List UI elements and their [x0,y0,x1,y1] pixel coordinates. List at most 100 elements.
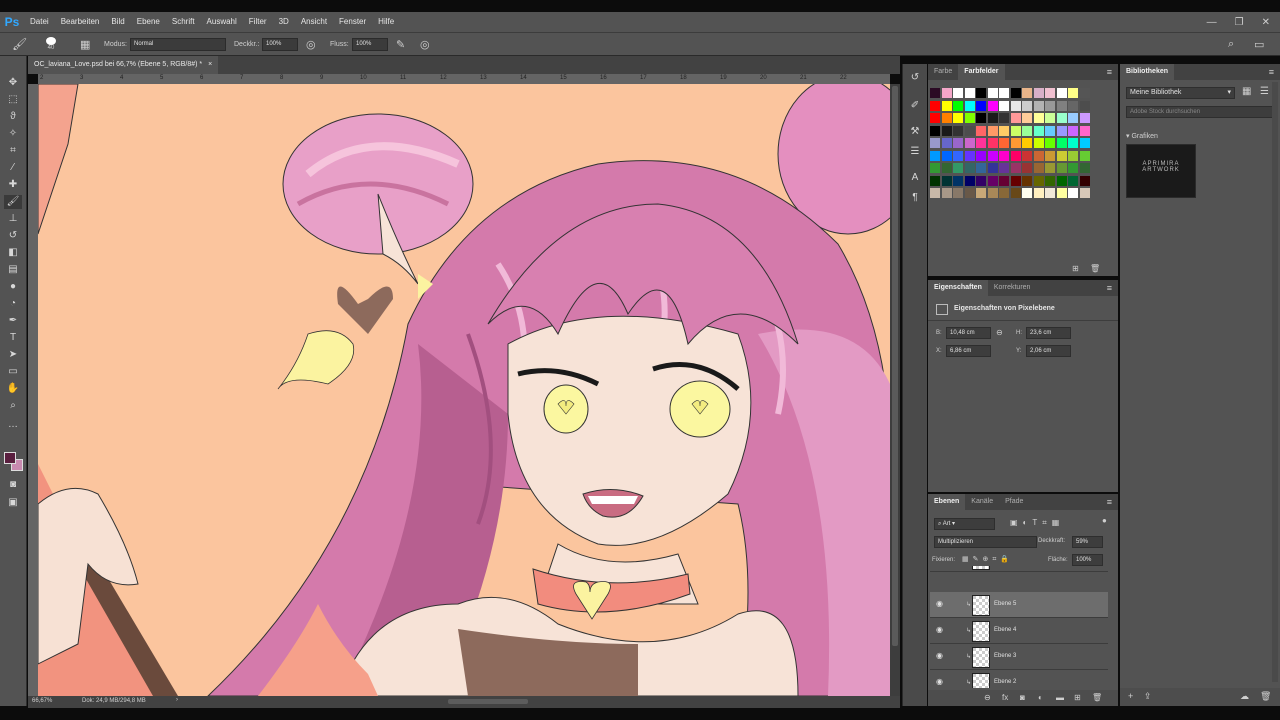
add-content-icon[interactable]: + [1128,691,1133,701]
h-input[interactable]: 23,6 cm [1026,327,1071,339]
color-swatch[interactable] [1022,100,1032,111]
color-swatch[interactable] [1010,175,1021,186]
color-swatch[interactable] [930,138,940,148]
color-swatch[interactable] [930,113,940,123]
color-swatch[interactable] [1056,150,1067,161]
color-swatch[interactable] [1056,138,1067,148]
link-icon[interactable]: ⊖ [996,328,1003,337]
color-swatch[interactable] [987,125,998,136]
dodge-tool-icon[interactable]: ◔ [4,297,22,311]
color-swatch[interactable] [941,150,952,161]
color-swatch[interactable] [1045,188,1055,198]
menu-hilfe[interactable]: Hilfe [372,12,400,32]
color-swatch[interactable] [1010,188,1021,198]
color-swatch[interactable] [999,175,1009,186]
color-swatch[interactable] [1056,113,1067,123]
zoom-level[interactable]: 66,67% [32,698,52,704]
color-swatch[interactable] [999,188,1009,198]
visibility-eye-icon[interactable]: ◉ [936,626,946,634]
fx-icon[interactable]: fx [1002,693,1008,702]
history-brush-tool-icon[interactable]: ↺ [4,229,22,243]
status-arrow-icon[interactable]: › [176,697,178,703]
lock-icons[interactable]: ▦✎⊕⌗🔒 [962,555,1013,564]
color-swatch[interactable] [1056,188,1067,198]
layer-name[interactable]: Ebene 2 [994,679,1016,685]
document-canvas[interactable] [38,84,890,696]
color-swatch[interactable] [1056,163,1067,173]
menu-auswahl[interactable]: Auswahl [201,12,243,32]
libraries-scrollbar[interactable] [1272,82,1278,682]
color-swatch[interactable] [987,150,998,161]
color-swatch[interactable] [976,138,986,148]
color-swatch[interactable] [1022,188,1032,198]
menu-bild[interactable]: Bild [105,12,130,32]
color-swatch[interactable] [930,188,940,198]
color-swatch[interactable] [1079,88,1090,98]
panel-menu-icon[interactable]: ≡ [1269,67,1274,77]
color-swatch[interactable] [1079,175,1090,186]
layer-thumbnail[interactable] [972,647,990,668]
color-swatch[interactable] [1068,150,1078,161]
color-swatch[interactable] [1010,125,1021,136]
tab-eigenschaften[interactable]: Eigenschaften [928,280,988,296]
link-layers-icon[interactable]: ⊖ [984,693,991,702]
visibility-eye-icon[interactable]: ◉ [936,652,946,660]
color-swatch[interactable] [1045,138,1055,148]
color-swatch[interactable] [1033,188,1044,198]
color-swatch[interactable] [941,88,952,98]
color-swatch[interactable] [1033,150,1044,161]
brush-presets-icon[interactable]: ✐ [907,100,923,114]
tab-pfade[interactable]: Pfade [999,494,1029,510]
color-swatch[interactable] [1022,113,1032,123]
filter-toggle-icon[interactable]: ● [1102,516,1107,525]
color-swatch[interactable] [987,163,998,173]
layer-name[interactable]: Ebene 3 [994,653,1016,659]
color-swatch[interactable] [1068,175,1078,186]
fluss-input[interactable]: 100% [352,37,388,51]
color-swatch[interactable] [953,88,963,98]
menu-ebene[interactable]: Ebene [131,12,166,32]
color-swatch[interactable] [976,100,986,111]
color-swatch[interactable] [999,88,1009,98]
color-swatch[interactable] [953,175,963,186]
color-swatch[interactable] [1056,125,1067,136]
color-swatch[interactable] [1033,113,1044,123]
color-swatch[interactable] [930,150,940,161]
color-swatch[interactable] [930,88,940,98]
color-swatch[interactable] [999,113,1009,123]
trash-icon[interactable]: 🗑 [1090,264,1100,273]
layer-row[interactable]: ◉ ↳ Ebene 5 [930,592,1108,618]
brush-preset-picker[interactable]: 40 [46,33,56,55]
color-swatch[interactable] [930,125,940,136]
horizontal-scrollbar[interactable] [448,699,528,704]
color-swatch[interactable] [1033,163,1044,173]
color-swatch[interactable] [1056,88,1067,98]
color-swatch[interactable] [999,100,1009,111]
restore-icon[interactable]: ❐ [1235,17,1244,28]
menu-3d[interactable]: 3D [273,12,295,32]
color-swatch[interactable] [1022,163,1032,173]
airbrush-icon[interactable]: ✎ [396,33,405,55]
tab-farbe[interactable]: Farbe [928,64,958,80]
color-swatch[interactable] [976,88,986,98]
delete-layer-icon[interactable]: 🗑 [1092,693,1102,702]
layer-row[interactable]: ◉ ↳ Ebene 2 [930,670,1108,688]
y-input[interactable]: 2,06 cm [1026,345,1071,357]
panel-menu-icon[interactable]: ≡ [1107,67,1112,77]
color-swatch[interactable] [1022,150,1032,161]
fill-input[interactable]: 100% [1072,554,1103,566]
upload-icon[interactable]: ⇪ [1144,691,1152,702]
color-swatch[interactable] [1022,175,1032,186]
color-swatch[interactable] [1079,138,1090,148]
add-mask-icon[interactable]: ◙ [1020,693,1025,702]
color-swatch[interactable] [1010,138,1021,148]
color-swatch[interactable] [964,113,975,123]
color-swatch[interactable] [1068,138,1078,148]
color-swatch[interactable] [999,138,1009,148]
color-swatch[interactable] [1045,88,1055,98]
list-view-icon[interactable]: ☰ [1260,86,1269,97]
magic-wand-tool-icon[interactable]: ✧ [4,127,22,141]
grafiken-section[interactable]: ▾ Grafiken [1126,132,1158,140]
document-tab[interactable]: OC_laviana_Love.psd bei 66,7% (Ebene 5, … [28,56,219,74]
layer-thumbnail[interactable] [972,595,990,616]
